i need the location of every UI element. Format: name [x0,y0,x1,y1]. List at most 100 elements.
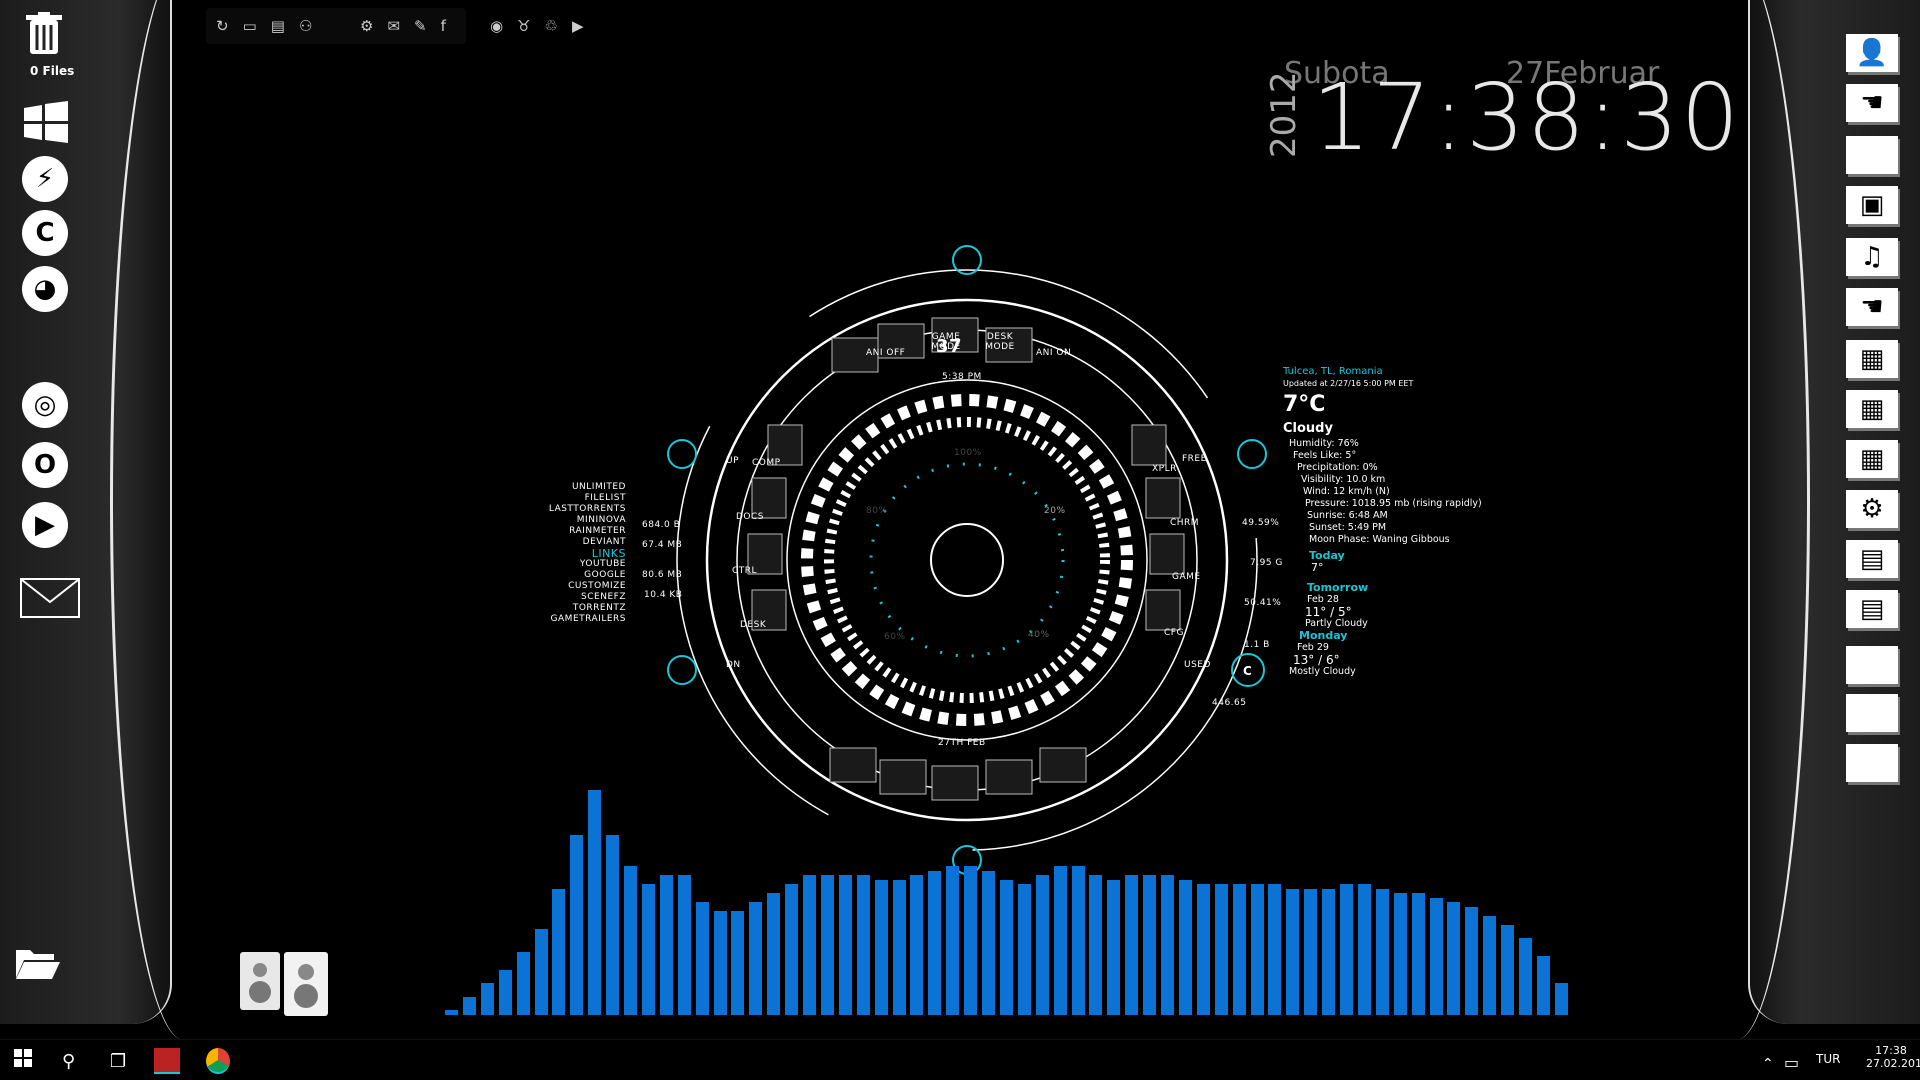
visualizer-bar [1214,884,1228,1015]
system-clock[interactable]: 17:38 27.02.2016 [1866,1044,1920,1070]
link-mininova[interactable]: MININOVA [534,515,626,526]
link-scenefz[interactable]: SCENEFZ [534,592,626,603]
user-folder-icon[interactable]: ▤ [271,17,285,35]
visualizer-bar [1107,880,1121,1015]
document-icon[interactable]: ▤ [1846,590,1898,628]
link-filelist[interactable]: FILELIST [534,493,626,504]
hud-time-label: 5:38 PM [942,372,982,382]
lightning-icon[interactable]: ⚡ [22,156,68,202]
hud-button-docs[interactable]: DOCS [736,512,764,522]
mail-small-icon[interactable]: ✉ [387,17,400,35]
visualizer-bar [1125,875,1139,1015]
task-view-icon[interactable]: ❐ [110,1051,126,1072]
link-google[interactable]: GOOGLE [534,570,626,581]
cursor-icon[interactable]: ☚ [1846,288,1898,326]
search-icon[interactable]: ⚲ [62,1051,75,1072]
folder-icon[interactable] [1846,646,1898,684]
recycle-bin-icon[interactable] [24,12,64,56]
refresh-icon[interactable]: ↻ [216,17,229,35]
owl-icon[interactable]: ♉ [517,17,530,35]
notification-icon[interactable]: ▭ [1784,1053,1799,1072]
hud-button-desk[interactable]: DESK [740,620,766,630]
weather-humidity: Humidity: 76% [1289,438,1359,449]
weather-wind: Wind: 12 km/h (N) [1303,486,1390,497]
hud-button-up[interactable]: UP [726,456,739,466]
disc-icon[interactable]: ◎ [22,382,68,428]
film-icon[interactable]: ▦ [1846,440,1898,478]
language-indicator[interactable]: TUR [1816,1052,1840,1066]
youtube-icon[interactable]: ▶ [572,17,584,35]
monitor-icon[interactable]: ▭ [243,17,257,35]
hud-button-ani-on[interactable]: ANI ON [1036,348,1071,358]
visualizer-bar [516,952,530,1015]
hud-button-chrm[interactable]: CHRM [1170,518,1199,528]
hud-button-game[interactable]: GAME [1172,572,1201,582]
recycle-small-icon[interactable]: ♲ [545,17,558,35]
facebook-icon[interactable]: f [441,17,446,35]
users-icon[interactable]: ⚇ [299,17,312,35]
windows-icon[interactable] [20,96,72,148]
user-icon[interactable]: 👤 [1846,34,1898,72]
link-torrentz[interactable]: TORRENTZ [534,603,626,614]
chevron-up-icon[interactable]: ⌃ [1762,1056,1774,1072]
folder-icon[interactable] [1846,694,1898,732]
document-icon[interactable]: ▤ [1846,540,1898,578]
ccleaner-icon[interactable]: C [22,210,68,256]
hud-drive-letter[interactable]: C [1243,664,1252,678]
links-list: UNLIMITED FILELIST LASTTORRENTS MININOVA… [534,482,626,625]
media-player-icon[interactable]: ▶ [22,502,68,548]
firefox-icon[interactable]: ◕ [22,266,68,312]
opera-icon[interactable]: O [22,442,68,488]
visualizer-bar [1393,893,1407,1015]
tool-icon[interactable]: ✎ [414,17,427,35]
link-youtube[interactable]: YOUTUBE [534,559,626,570]
kmplayer-icon[interactable] [20,318,72,370]
mail-icon[interactable] [20,578,80,618]
film-icon[interactable]: ▦ [1846,340,1898,378]
speaker-icon[interactable] [238,950,330,1020]
hud-stat-right-5: 446.65 [1212,698,1247,708]
system-time: 17:38 [1875,1044,1907,1057]
link-customize[interactable]: CUSTOMIZE [534,581,626,592]
hud-button-used[interactable]: USED [1184,660,1211,670]
hud-button-cfg[interactable]: CFG [1164,628,1184,638]
link-unlimited[interactable]: UNLIMITED [534,482,626,493]
cursor-icon[interactable]: ☚ [1846,84,1898,122]
folder-icon[interactable] [1846,744,1898,782]
hud-button-ani-off[interactable]: ANI OFF [866,348,905,358]
hud-button-game-mode[interactable]: GAME MODE [926,332,966,352]
folder-open-icon[interactable] [14,946,60,980]
film-icon[interactable]: ▦ [1846,390,1898,428]
chrome-small-icon[interactable]: ◉ [490,17,503,35]
weather-moon: Moon Phase: Waning Gibbous [1309,534,1450,545]
hud-button-ctrl[interactable]: CTRL [732,566,757,576]
hud-stat-left-3: 80.6 MB [642,570,683,580]
settings-icon[interactable]: ⚙ [360,17,373,35]
visualizer-bar [677,875,691,1015]
blank-icon[interactable] [1846,136,1898,174]
picture-icon[interactable]: ▣ [1846,186,1898,224]
hud-inner-label-4: 40% [1028,630,1050,640]
visualizer-bar [1178,880,1192,1015]
hud-button-free[interactable]: FREE [1182,454,1207,464]
link-gametrailers[interactable]: GAMETRAILERS [534,614,626,625]
hud-button-xplr[interactable]: XPLR [1152,464,1177,474]
music-icon[interactable]: ♫ [1846,238,1898,276]
chrome-icon[interactable] [206,1048,230,1074]
visualizer-bar [1268,884,1282,1015]
gear-icon[interactable]: ⚙ [1846,490,1898,528]
hud-button-desk-mode[interactable]: DESK MODE [980,332,1020,352]
visualizer-bar [445,1010,458,1015]
link-lasttorrents[interactable]: LASTTORRENTS [534,504,626,515]
game-app-icon[interactable] [154,1048,180,1074]
hud-button-dn[interactable]: DN [726,660,741,670]
hud-button-comp[interactable]: COMP [752,458,781,468]
hud-rings [667,245,1267,875]
hud-stat-left-2: 67.4 MB [642,540,683,550]
visualizer-bar [462,997,476,1015]
visualizer-bar [695,902,709,1015]
link-rainmeter[interactable]: RAINMETER [534,526,626,537]
links-heading: LINKS [591,547,626,560]
visualizer-bar [982,871,995,1015]
start-windows-icon[interactable] [14,1048,32,1072]
